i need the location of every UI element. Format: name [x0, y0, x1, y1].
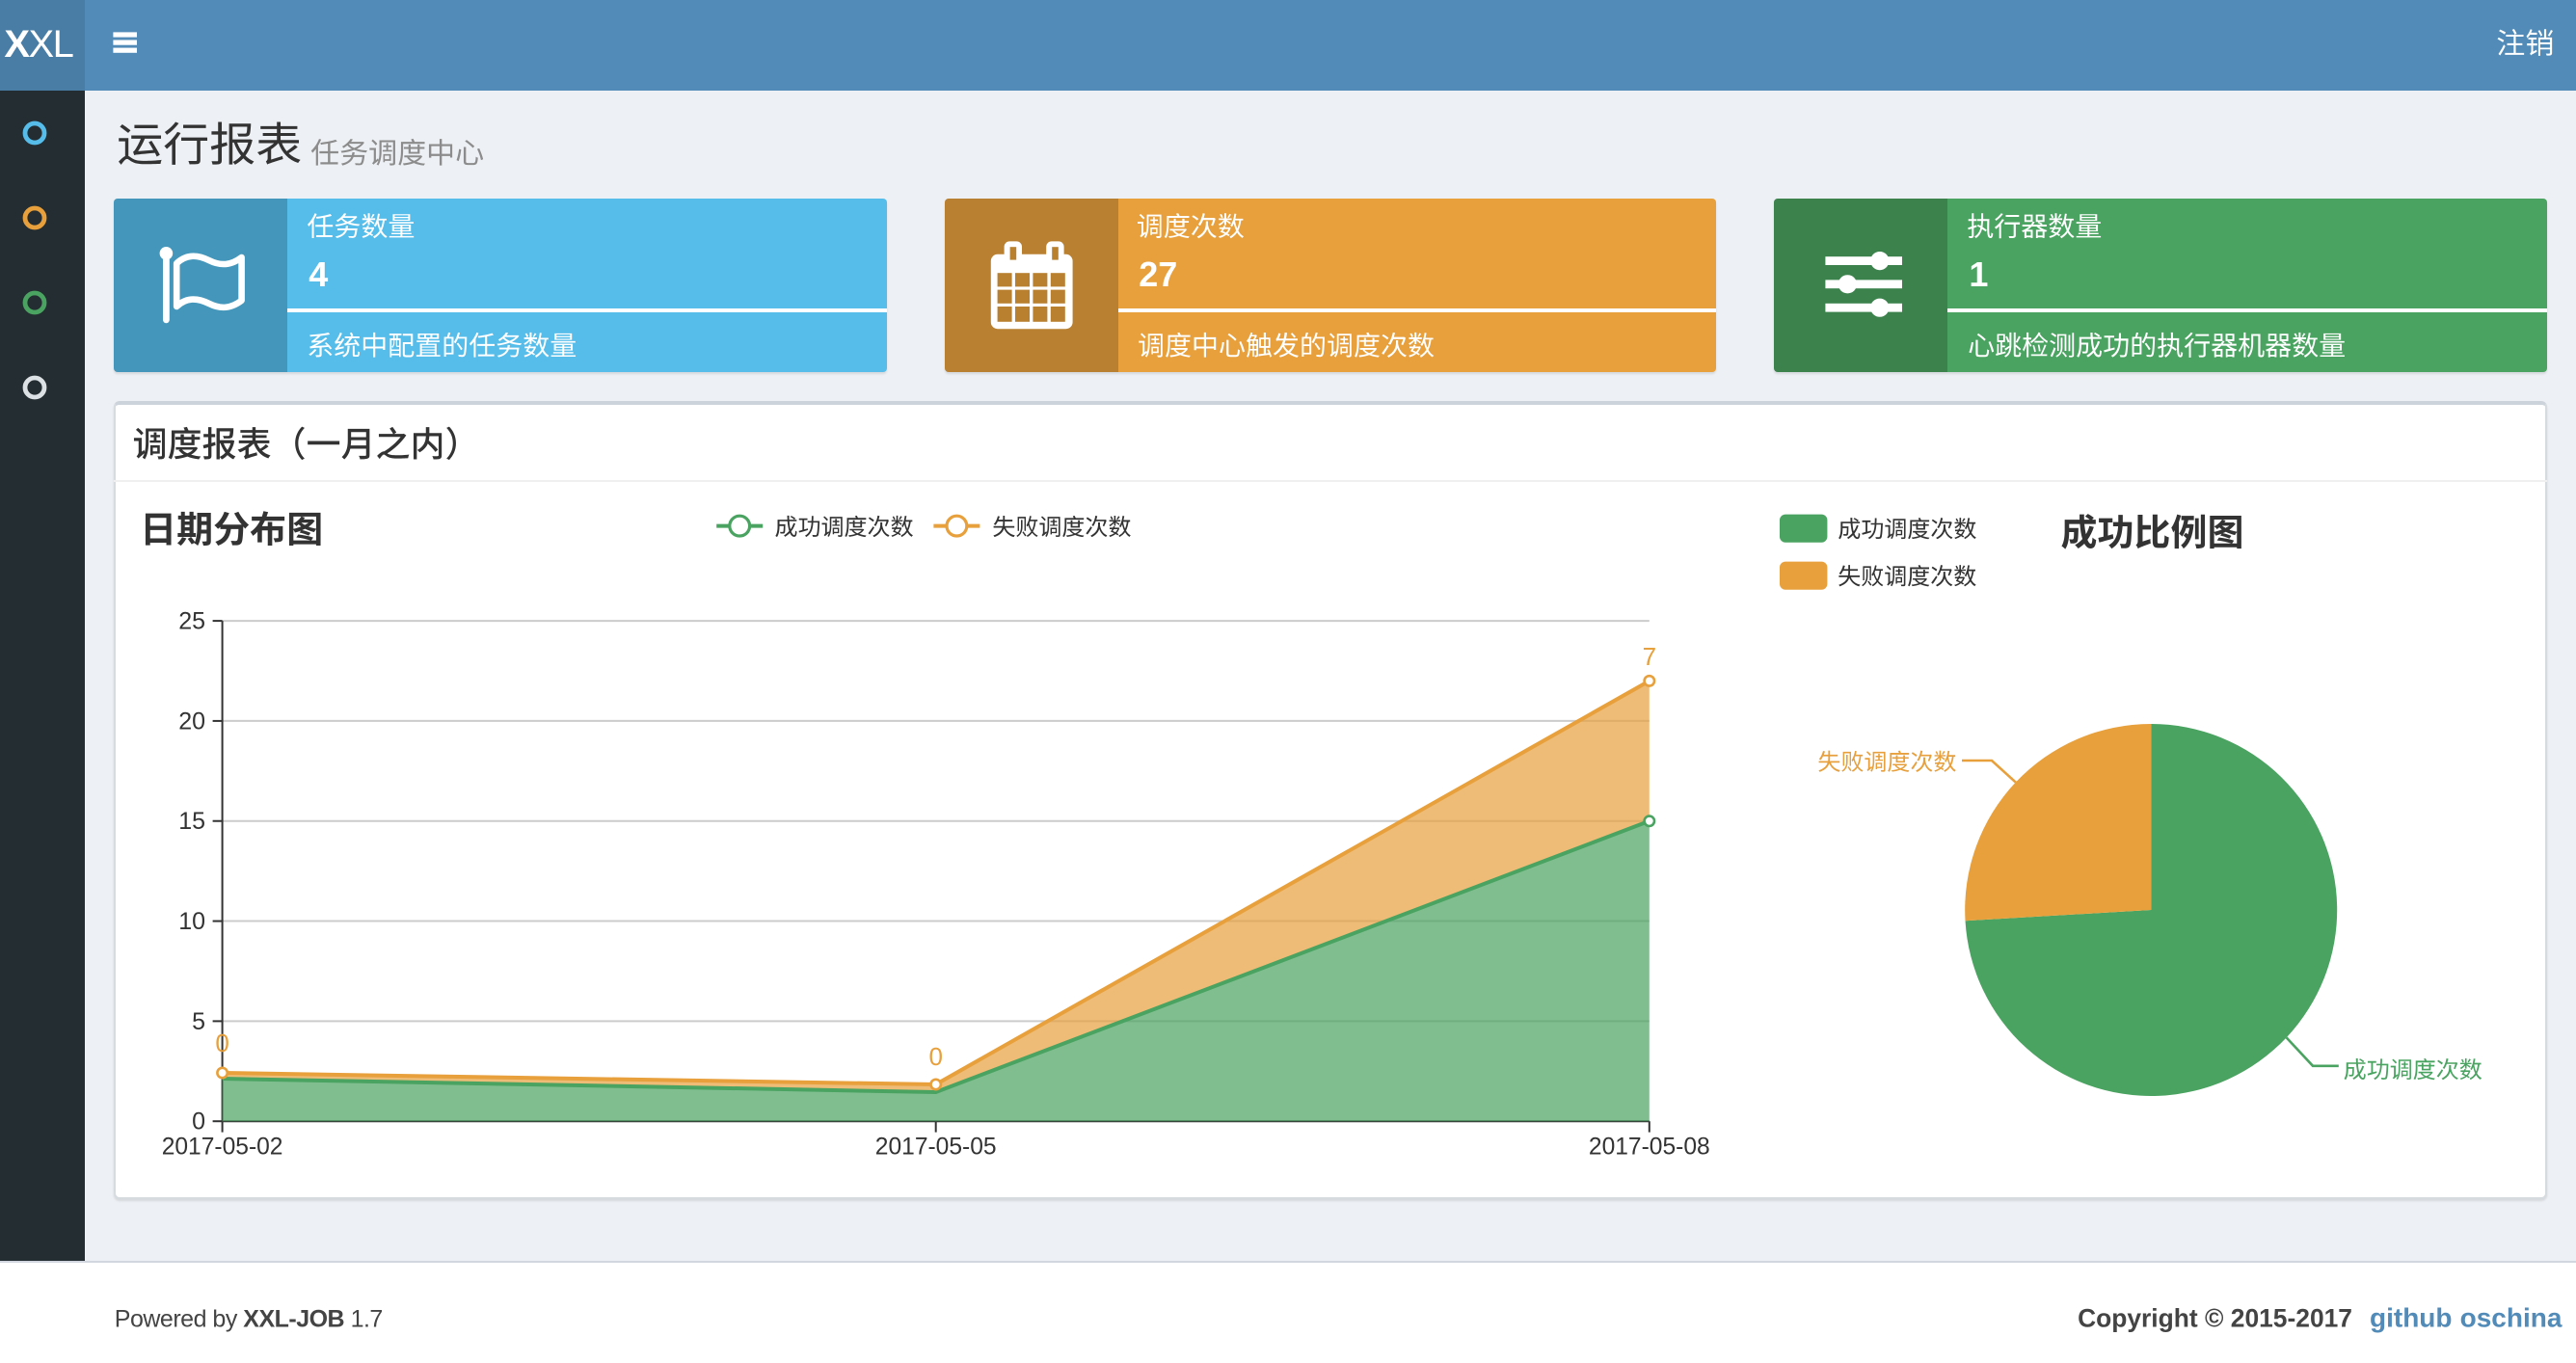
svg-text:Powered by XXL-JOB 1.7: Powered by XXL-JOB 1.7: [115, 1306, 383, 1333]
svg-text:0: 0: [928, 1042, 942, 1071]
svg-text:2017-05-08: 2017-05-08: [1589, 1134, 1710, 1160]
svg-text:15: 15: [178, 808, 205, 835]
svg-text:25: 25: [178, 608, 205, 635]
svg-text:10: 10: [178, 908, 205, 935]
svg-text:github: github: [2370, 1303, 2453, 1333]
svg-text:1: 1: [1969, 254, 1988, 294]
svg-text:2017-05-02: 2017-05-02: [162, 1134, 283, 1160]
svg-text:5: 5: [192, 1008, 205, 1035]
svg-text:0: 0: [192, 1109, 205, 1136]
svg-text:XXL: XXL: [4, 23, 72, 66]
svg-text:27: 27: [1139, 254, 1177, 294]
svg-text:20: 20: [178, 708, 205, 735]
svg-text:4: 4: [309, 254, 328, 294]
svg-text:7: 7: [1643, 642, 1656, 671]
svg-text:oschina: oschina: [2460, 1303, 2563, 1333]
svg-text:Copyright © 2015-2017: Copyright © 2015-2017: [2078, 1304, 2352, 1333]
svg-text:2017-05-05: 2017-05-05: [875, 1134, 997, 1160]
svg-text:0: 0: [215, 1029, 228, 1057]
